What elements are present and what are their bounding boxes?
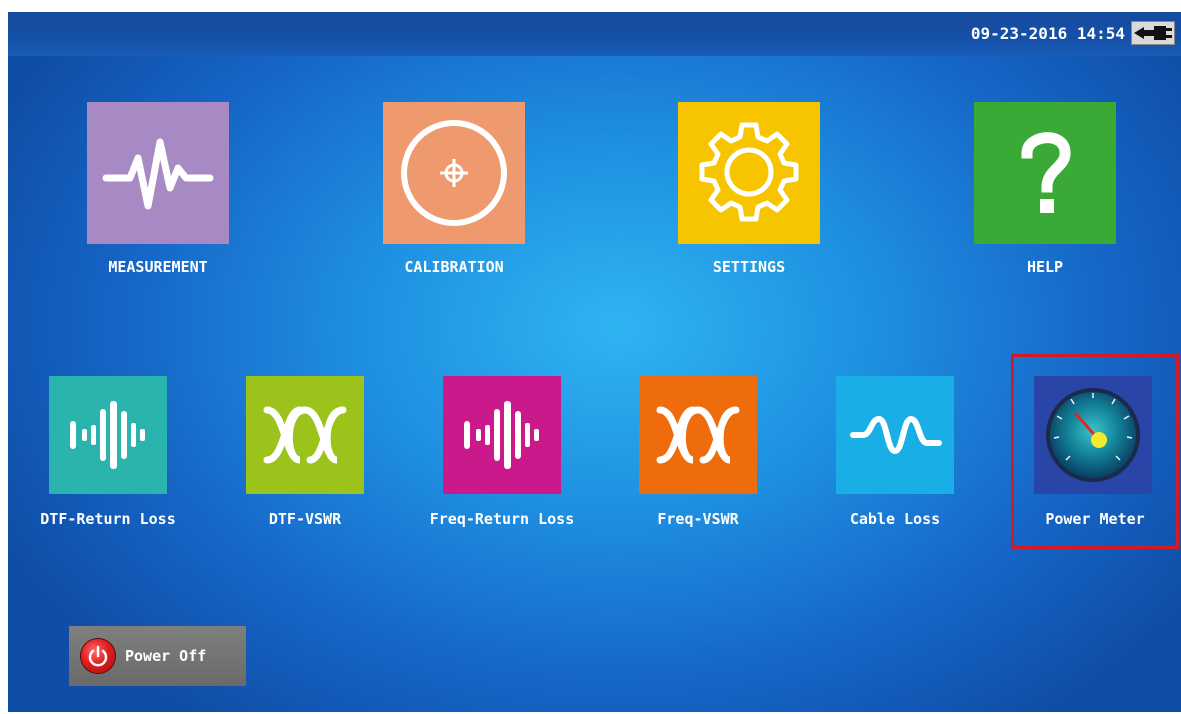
dtf-vswr-label: DTF-VSWR <box>268 510 342 528</box>
question-icon <box>1021 132 1071 213</box>
freq-return-loss-button[interactable] <box>443 376 561 494</box>
measurement-button[interactable] <box>87 102 229 244</box>
sine-wave-icon <box>850 416 942 454</box>
wave-loops-icon <box>263 406 347 464</box>
calibration-label: CALIBRATION <box>404 258 504 276</box>
ac-plug-icon <box>1131 21 1175 45</box>
settings-button[interactable] <box>678 102 820 244</box>
selection-highlight <box>1011 354 1179 549</box>
dtf-vswr-button[interactable] <box>246 376 364 494</box>
datetime-display: 09-23-2016 14:54 <box>970 24 1125 43</box>
power-off-button[interactable]: Power Off <box>69 626 246 686</box>
freq-return-loss-label: Freq-Return Loss <box>429 510 575 528</box>
crosshair-icon <box>401 120 507 226</box>
status-bar: 09-23-2016 14:54 <box>8 12 1181 56</box>
help-button[interactable] <box>974 102 1116 244</box>
bars-pulse-icon <box>70 401 145 469</box>
power-off-label: Power Off <box>125 647 207 665</box>
dtf-return-loss-label: DTF-Return Loss <box>40 510 176 528</box>
cable-loss-label: Cable Loss <box>849 510 941 528</box>
calibration-button[interactable] <box>383 102 525 244</box>
freq-vswr-button[interactable] <box>639 376 757 494</box>
bars-pulse-icon <box>464 401 539 469</box>
wave-loops-icon <box>656 406 740 464</box>
measurement-label: MEASUREMENT <box>108 258 208 276</box>
freq-vswr-label: Freq-VSWR <box>657 510 739 528</box>
help-label: HELP <box>1026 258 1064 276</box>
cable-loss-button[interactable] <box>836 376 954 494</box>
main-screen: 09-23-2016 14:54 MEASUREMENT CALIBRATION <box>8 12 1181 712</box>
gear-icon <box>699 122 799 222</box>
dtf-return-loss-button[interactable] <box>49 376 167 494</box>
power-icon <box>81 639 115 673</box>
waveform-icon <box>102 138 214 210</box>
settings-label: SETTINGS <box>712 258 786 276</box>
